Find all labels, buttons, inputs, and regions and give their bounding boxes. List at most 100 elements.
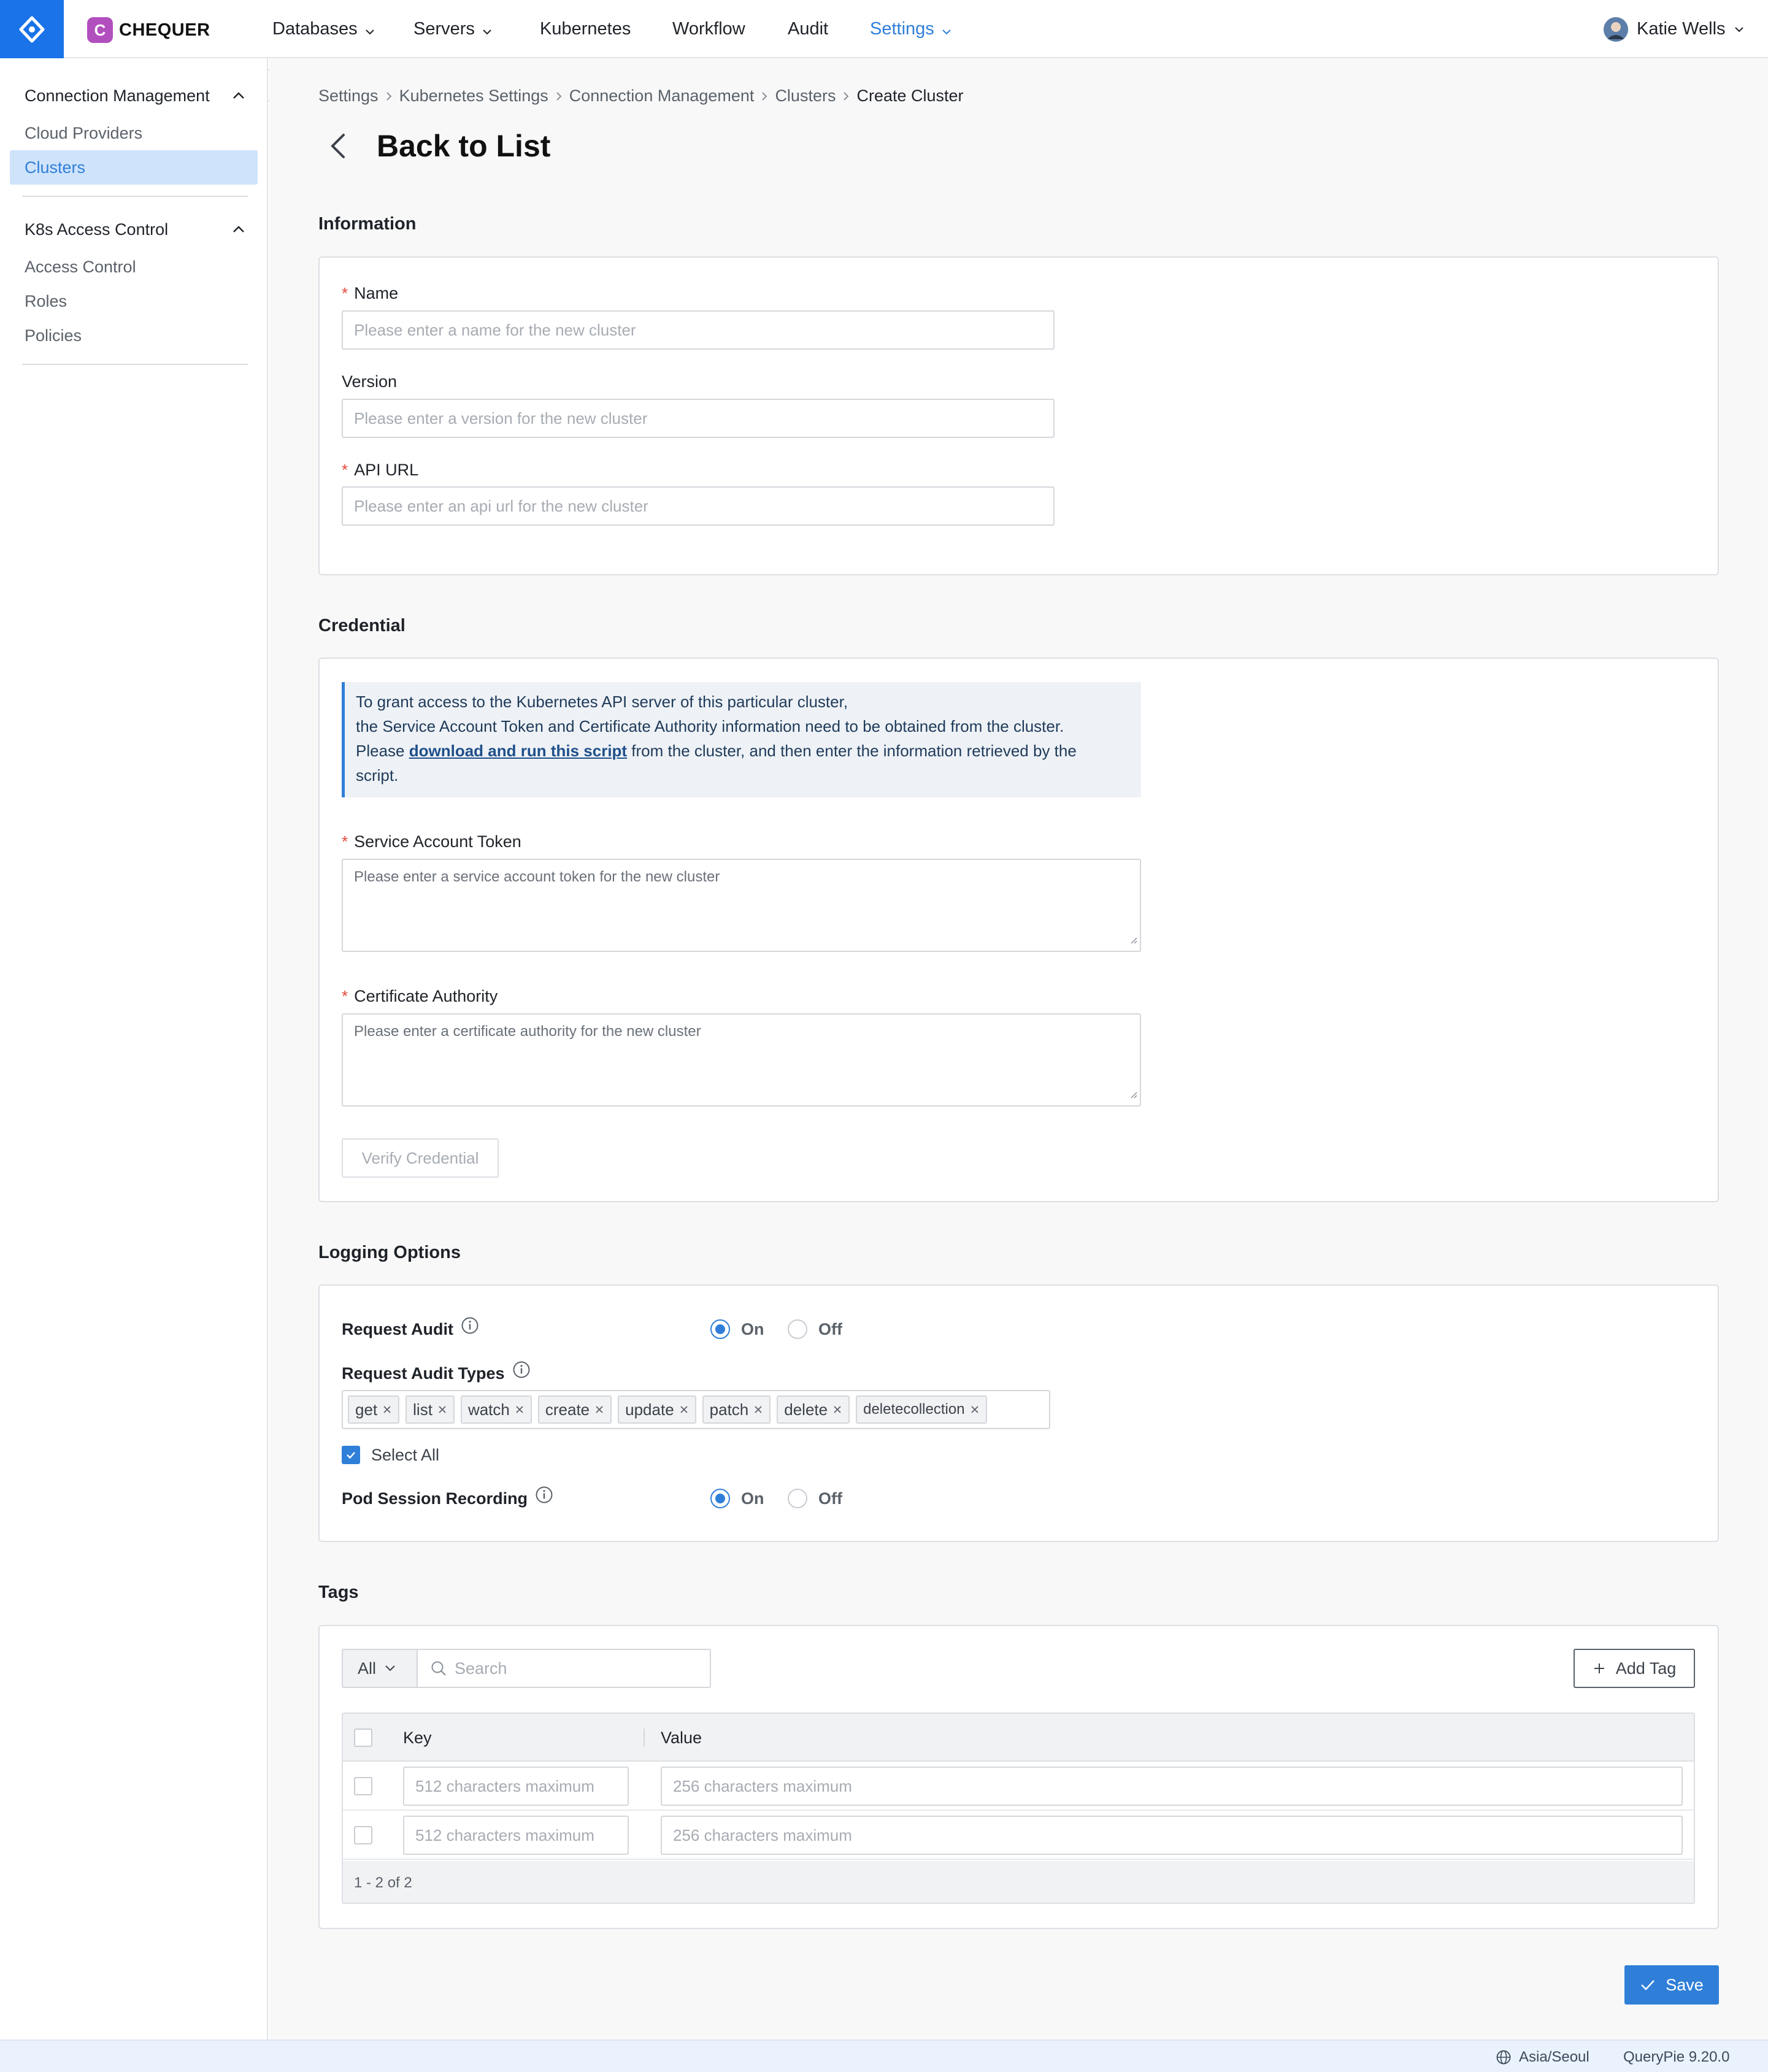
table-header: Key Value xyxy=(343,1714,1694,1762)
breadcrumb-settings[interactable]: Settings xyxy=(318,86,379,105)
breadcrumb-connection-management[interactable]: Connection Management xyxy=(569,86,755,105)
download-script-link[interactable]: download and run this script xyxy=(409,742,627,760)
row-checkbox[interactable] xyxy=(354,1826,372,1844)
close-icon[interactable] xyxy=(832,1405,842,1414)
required-marker: * xyxy=(342,987,348,1005)
close-icon[interactable] xyxy=(515,1405,525,1414)
close-icon[interactable] xyxy=(753,1405,763,1414)
chevron-down-icon xyxy=(942,1,951,59)
sidebar-item-label: Cloud Providers xyxy=(25,124,143,142)
tag-key-input[interactable]: 512 characters maximum xyxy=(403,1816,629,1855)
tag-search-input[interactable]: Search xyxy=(417,1649,711,1688)
api-url-input[interactable]: Please enter an api url for the new clus… xyxy=(342,486,1055,526)
nav-audit[interactable]: Audit xyxy=(788,0,828,58)
close-icon[interactable] xyxy=(382,1405,392,1414)
nav-databases[interactable]: Databases xyxy=(272,0,375,58)
app-logo-icon[interactable] xyxy=(0,0,64,58)
select-all-checkbox[interactable]: Select All xyxy=(342,1441,439,1468)
checkbox-box xyxy=(342,1446,360,1464)
table-row: 512 characters maximum 256 characters ma… xyxy=(343,1811,1694,1860)
sidebar-divider xyxy=(22,196,248,197)
tag-filter-select[interactable]: All xyxy=(342,1649,418,1688)
tag-value-input[interactable]: 256 characters maximum xyxy=(661,1767,1683,1806)
audit-type-chip: watch xyxy=(460,1395,532,1424)
audit-type-chip: update xyxy=(618,1395,696,1424)
callout-line: script. xyxy=(356,766,399,785)
back-button[interactable] xyxy=(324,130,353,162)
nav-kubernetes[interactable]: Kubernetes xyxy=(540,0,631,58)
token-placeholder: Please enter a service account token for… xyxy=(354,869,720,885)
add-tag-button[interactable]: Add Tag xyxy=(1574,1649,1695,1688)
save-button[interactable]: Save xyxy=(1624,1965,1719,2005)
version-input[interactable]: Please enter a version for the new clust… xyxy=(342,399,1055,438)
service-account-token-textarea[interactable]: Please enter a service account token for… xyxy=(342,859,1141,952)
chevron-down-icon xyxy=(482,1,492,59)
api-url-label-text: API URL xyxy=(354,461,419,479)
select-all-rows-checkbox[interactable] xyxy=(354,1729,372,1747)
timezone-indicator[interactable]: Asia/Seoul xyxy=(1496,2041,1589,2072)
sidebar-group-k8s-access-control[interactable]: K8s Access Control xyxy=(25,214,245,245)
sidebar-item-label: Access Control xyxy=(25,258,136,276)
sidebar: Connection Management Cloud Providers Cl… xyxy=(0,58,268,2039)
sidebar-item-access-control[interactable]: Access Control xyxy=(10,250,258,284)
resize-grip-icon[interactable] xyxy=(1129,931,1137,948)
nav-databases-label: Databases xyxy=(272,19,358,39)
radio-label: Off xyxy=(818,1489,842,1508)
audit-type-chip: deletecollection xyxy=(856,1395,987,1424)
add-tag-label: Add Tag xyxy=(1615,1659,1677,1678)
section-title-credential: Credential xyxy=(318,616,405,635)
pod-recording-on-radio[interactable]: On xyxy=(710,1485,764,1512)
filter-value: All xyxy=(358,1659,377,1678)
sidebar-item-cloud-providers[interactable]: Cloud Providers xyxy=(10,116,258,150)
sidebar-group-connection-management[interactable]: Connection Management xyxy=(25,80,245,111)
tag-key-input[interactable]: 512 characters maximum xyxy=(403,1767,629,1806)
page-title[interactable]: Back to List xyxy=(377,126,550,166)
request-audit-off-radio[interactable]: Off xyxy=(788,1316,842,1343)
breadcrumb-kubernetes-settings[interactable]: Kubernetes Settings xyxy=(399,86,548,105)
breadcrumb: Settings Kubernetes Settings Connection Ma… xyxy=(318,83,964,108)
certificate-authority-textarea[interactable]: Please enter a certificate authority for… xyxy=(342,1013,1141,1107)
name-input[interactable]: Please enter a name for the new cluster xyxy=(342,310,1055,350)
app-version: QueryPie 9.20.0 xyxy=(1623,2049,1730,2065)
org-name: CHEQUER xyxy=(119,20,210,40)
api-url-label: * API URL xyxy=(342,458,418,482)
sidebar-item-clusters[interactable]: Clusters xyxy=(10,150,258,185)
user-menu[interactable]: Katie Wells xyxy=(1604,0,1744,58)
nav-servers[interactable]: Servers xyxy=(413,0,492,58)
pod-recording-off-radio[interactable]: Off xyxy=(788,1485,842,1512)
chip-label: deletecollection xyxy=(863,1401,965,1418)
close-icon[interactable] xyxy=(594,1405,604,1414)
close-icon[interactable] xyxy=(437,1405,447,1414)
chevron-right-icon xyxy=(556,83,562,108)
sidebar-item-roles[interactable]: Roles xyxy=(10,284,258,318)
request-audit-on-radio[interactable]: On xyxy=(710,1316,764,1343)
pod-session-recording-label-text: Pod Session Recording xyxy=(342,1489,528,1508)
breadcrumb-clusters[interactable]: Clusters xyxy=(775,86,836,105)
request-audit-types-multiselect[interactable]: get list watch create update patch delet… xyxy=(342,1390,1050,1429)
resize-grip-icon[interactable] xyxy=(1129,1086,1137,1103)
audit-type-chip: create xyxy=(537,1395,612,1424)
chevron-left-icon xyxy=(324,134,353,164)
nav-workflow-label: Workflow xyxy=(672,19,745,39)
audit-type-chip: delete xyxy=(777,1395,850,1424)
info-icon[interactable] xyxy=(512,1360,531,1387)
close-icon[interactable] xyxy=(679,1405,689,1414)
nav-settings[interactable]: Settings xyxy=(870,0,951,58)
nav-kubernetes-label: Kubernetes xyxy=(540,19,631,39)
verify-credential-button[interactable]: Verify Credential xyxy=(342,1138,499,1178)
info-icon[interactable] xyxy=(461,1316,479,1343)
close-icon[interactable] xyxy=(970,1405,980,1414)
ca-placeholder: Please enter a certificate authority for… xyxy=(354,1023,701,1040)
sidebar-item-label: Roles xyxy=(25,292,67,310)
tag-value-input[interactable]: 256 characters maximum xyxy=(661,1816,1683,1855)
request-audit-types-label-text: Request Audit Types xyxy=(342,1364,505,1383)
sidebar-item-policies[interactable]: Policies xyxy=(10,318,258,353)
certificate-authority-label-text: Certificate Authority xyxy=(354,987,498,1005)
pod-session-recording-label: Pod Session Recording xyxy=(342,1485,553,1512)
chip-label: list xyxy=(413,1400,432,1419)
nav-workflow[interactable]: Workflow xyxy=(672,0,745,58)
search-placeholder: Search xyxy=(455,1659,507,1678)
info-icon[interactable] xyxy=(535,1485,553,1512)
callout-line: the Service Account Token and Certificat… xyxy=(356,717,1064,735)
row-checkbox[interactable] xyxy=(354,1777,372,1795)
